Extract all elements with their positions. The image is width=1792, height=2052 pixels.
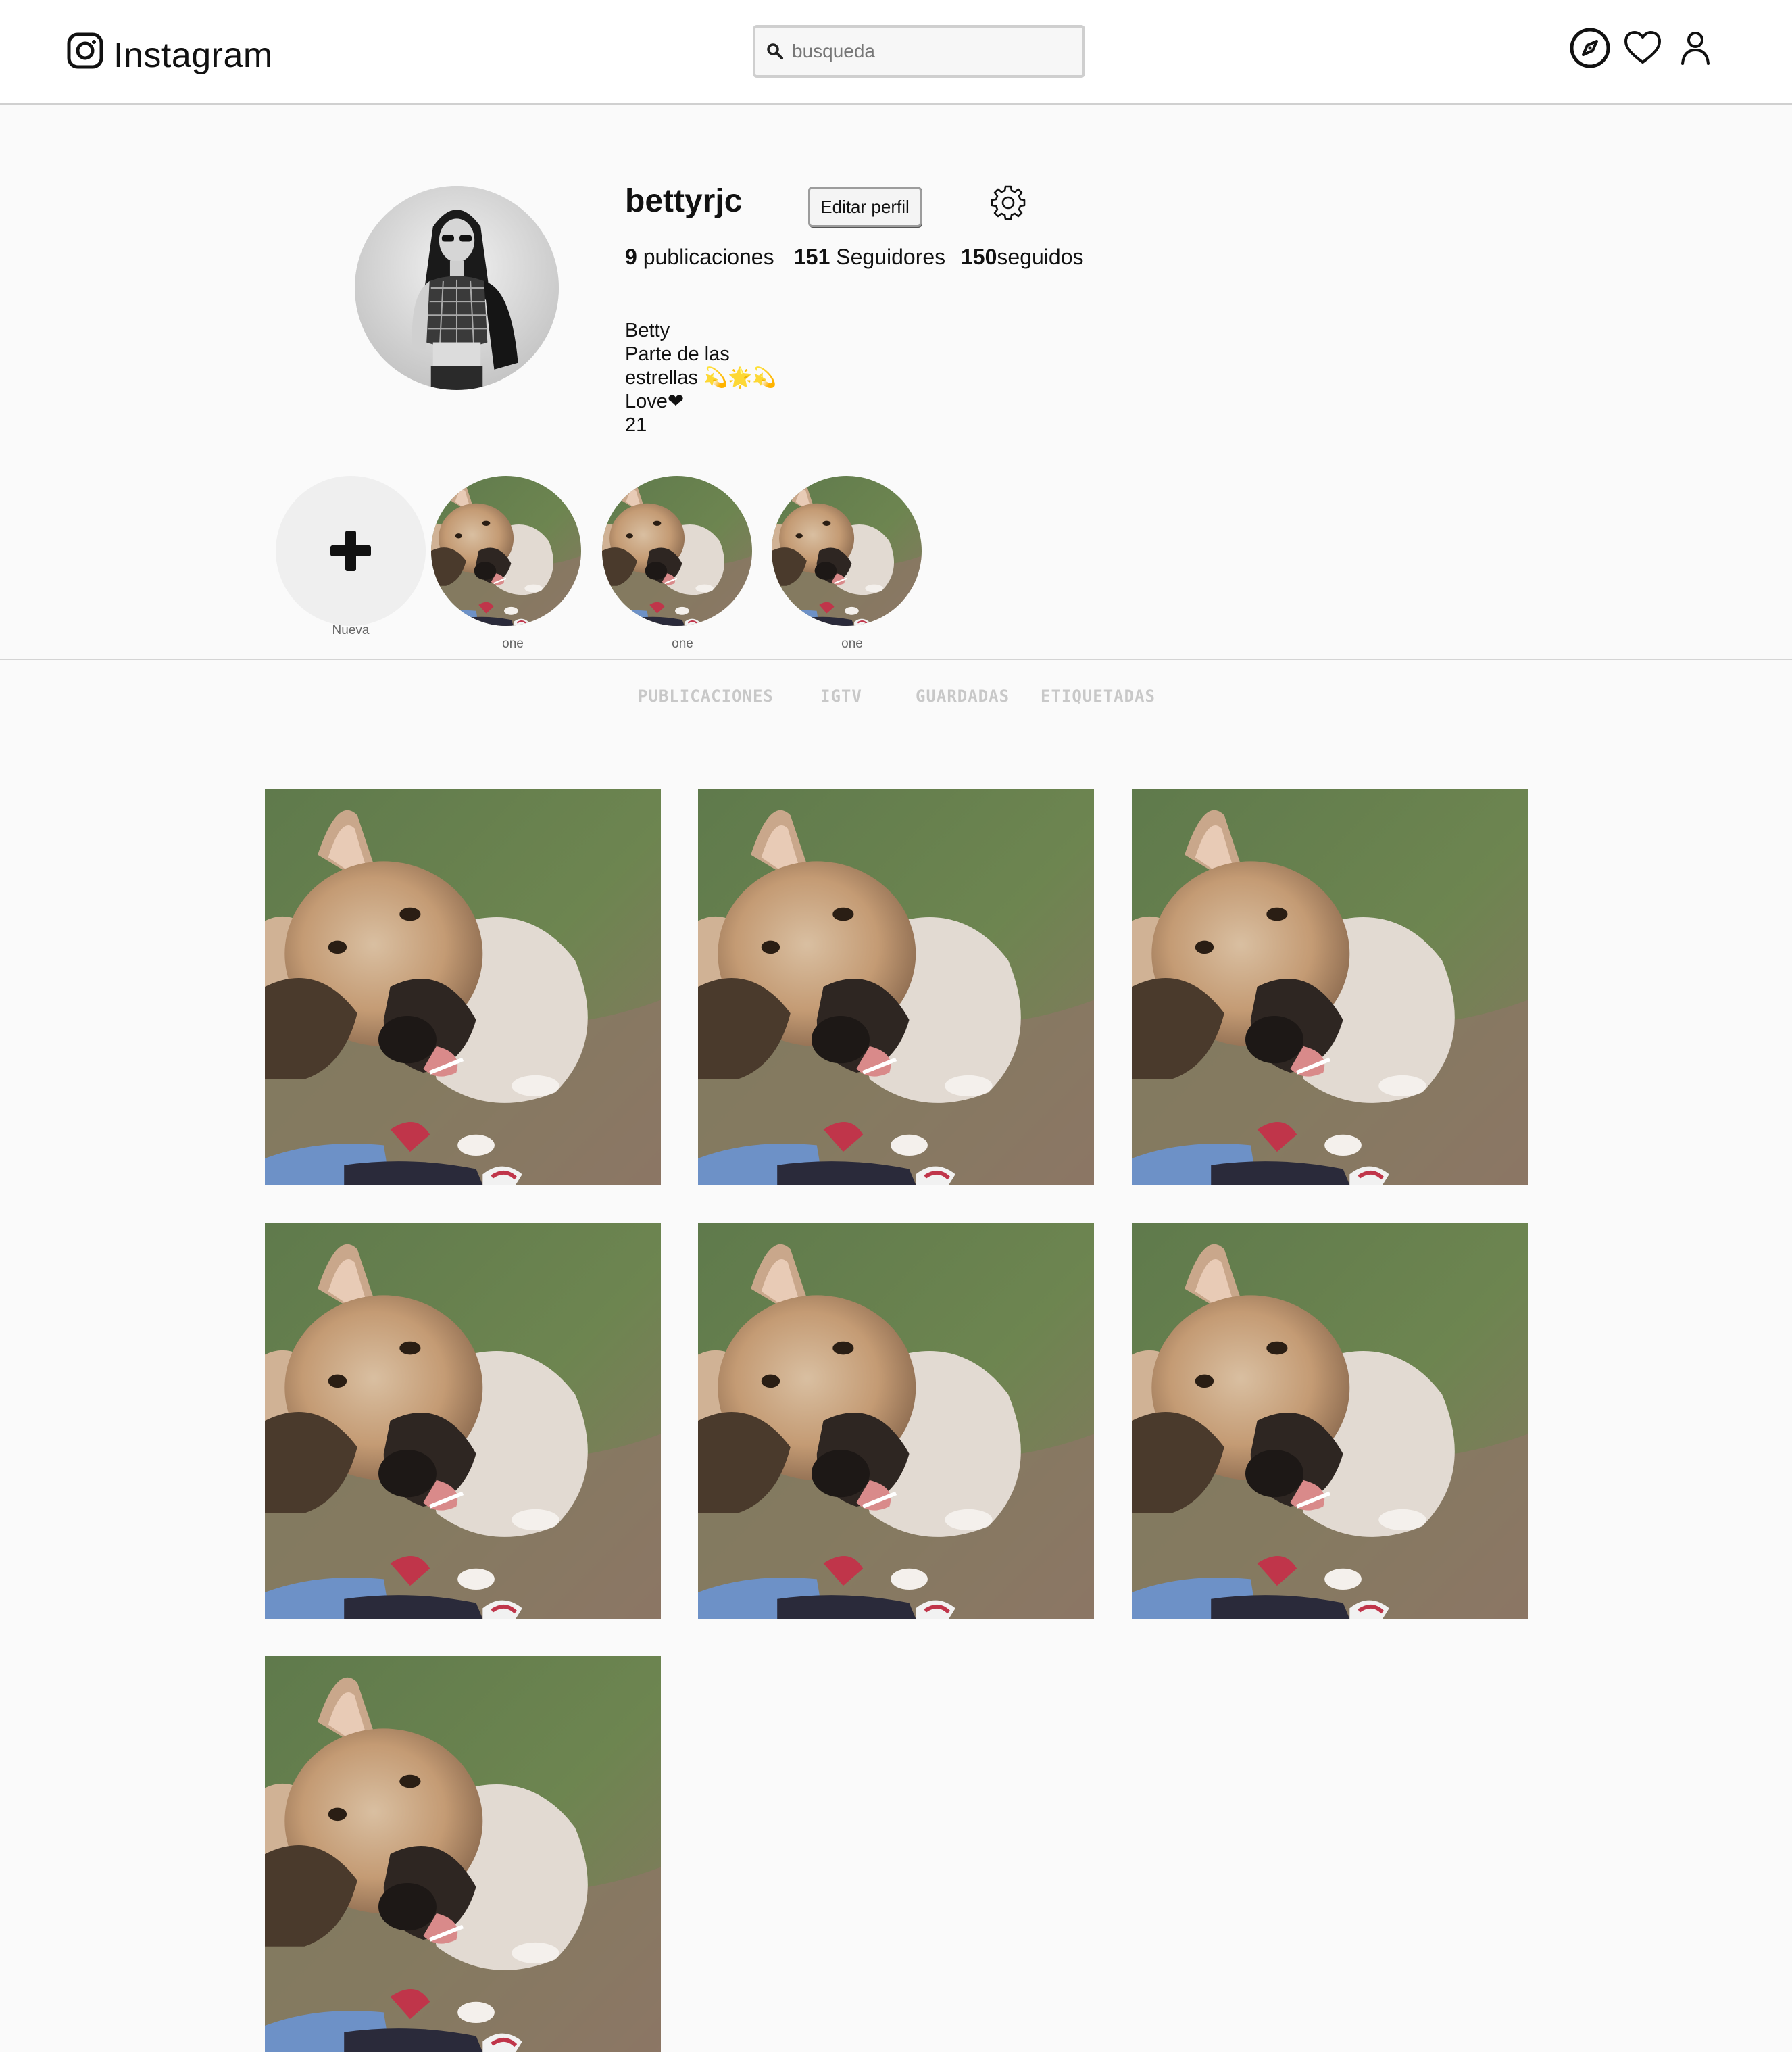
highlight-label: one <box>502 637 524 651</box>
highlight-story[interactable] <box>431 476 581 626</box>
profile-button[interactable] <box>1673 26 1718 70</box>
settings-button[interactable] <box>989 184 1027 222</box>
search-input[interactable] <box>792 41 1062 62</box>
compass-icon <box>1570 28 1610 68</box>
search-icon <box>767 43 783 59</box>
brand[interactable]: Instagram <box>66 27 273 75</box>
nav-icons <box>1568 26 1726 70</box>
post-thumbnail[interactable] <box>265 1223 661 1619</box>
instagram-logo-icon <box>67 32 103 69</box>
activity-button[interactable] <box>1620 26 1665 70</box>
dog-photo <box>1132 789 1528 1185</box>
bio-line: Parte de las <box>625 343 730 365</box>
dog-photo <box>1132 1223 1528 1619</box>
tab-publicaciones[interactable]: PUBLICACIONES <box>638 687 774 706</box>
followers-stat[interactable]: 151 Seguidores <box>794 245 976 270</box>
tab-guardadas[interactable]: GUARDADAS <box>916 687 1010 706</box>
highlight-label: one <box>672 637 693 651</box>
edit-profile-button[interactable]: Editar perfil <box>808 187 922 227</box>
profile-bio: Betty Parte de las estrellas 💫🌟💫 Love❤ 2… <box>625 319 776 437</box>
brand-name: Instagram <box>114 36 273 75</box>
bio-line: 21 <box>625 414 647 436</box>
dog-photo <box>698 1223 1094 1619</box>
gear-icon <box>991 185 1026 220</box>
followers-label: Seguidores <box>836 245 946 269</box>
bio-line: estrellas 💫🌟💫 <box>625 367 777 389</box>
posts-count: 9 <box>625 245 637 269</box>
heart-icon <box>1624 31 1661 64</box>
dog-photo <box>265 1656 661 2052</box>
new-highlight-label: Nueva <box>332 623 370 637</box>
dog-photo <box>602 476 752 626</box>
followers-count: 151 <box>794 245 830 269</box>
top-navigation-bar: Instagram <box>0 0 1792 105</box>
dog-photo <box>265 1223 661 1619</box>
posts-label: publicaciones <box>643 245 774 269</box>
new-highlight-button[interactable] <box>276 476 426 626</box>
post-thumbnail[interactable] <box>265 789 661 1185</box>
profile-stats: 9 publicaciones 151 Seguidores 150seguid… <box>625 245 1083 270</box>
highlight-label: one <box>841 637 863 651</box>
profile-username: bettyrjc <box>625 183 743 219</box>
following-stat[interactable]: 150seguidos <box>961 245 1083 270</box>
profile-avatar[interactable] <box>355 186 559 390</box>
dog-photo <box>698 789 1094 1185</box>
post-thumbnail[interactable] <box>698 789 1094 1185</box>
following-count: 150 <box>961 245 997 269</box>
posts-stat[interactable]: 9 publicaciones <box>625 245 807 270</box>
avatar-photo <box>355 186 559 390</box>
bio-line: Love❤ <box>625 391 685 412</box>
dog-photo <box>772 476 922 626</box>
post-thumbnail[interactable] <box>1132 789 1528 1185</box>
highlight-story[interactable] <box>602 476 752 626</box>
explore-button[interactable] <box>1568 26 1612 70</box>
tab-igtv[interactable]: IGTV <box>820 687 862 706</box>
search-box[interactable] <box>753 25 1085 78</box>
post-thumbnail[interactable] <box>1132 1223 1528 1619</box>
dog-photo <box>265 789 661 1185</box>
following-label: seguidos <box>997 245 1084 269</box>
plus-icon <box>330 531 371 571</box>
bio-line: Betty <box>625 320 670 341</box>
user-icon <box>1681 32 1710 65</box>
post-thumbnail[interactable] <box>265 1656 661 2052</box>
tab-etiquetadas[interactable]: ETIQUETADAS <box>1041 687 1155 706</box>
dog-photo <box>431 476 581 626</box>
post-thumbnail[interactable] <box>698 1223 1094 1619</box>
section-divider <box>0 659 1792 660</box>
highlight-story[interactable] <box>772 476 922 626</box>
